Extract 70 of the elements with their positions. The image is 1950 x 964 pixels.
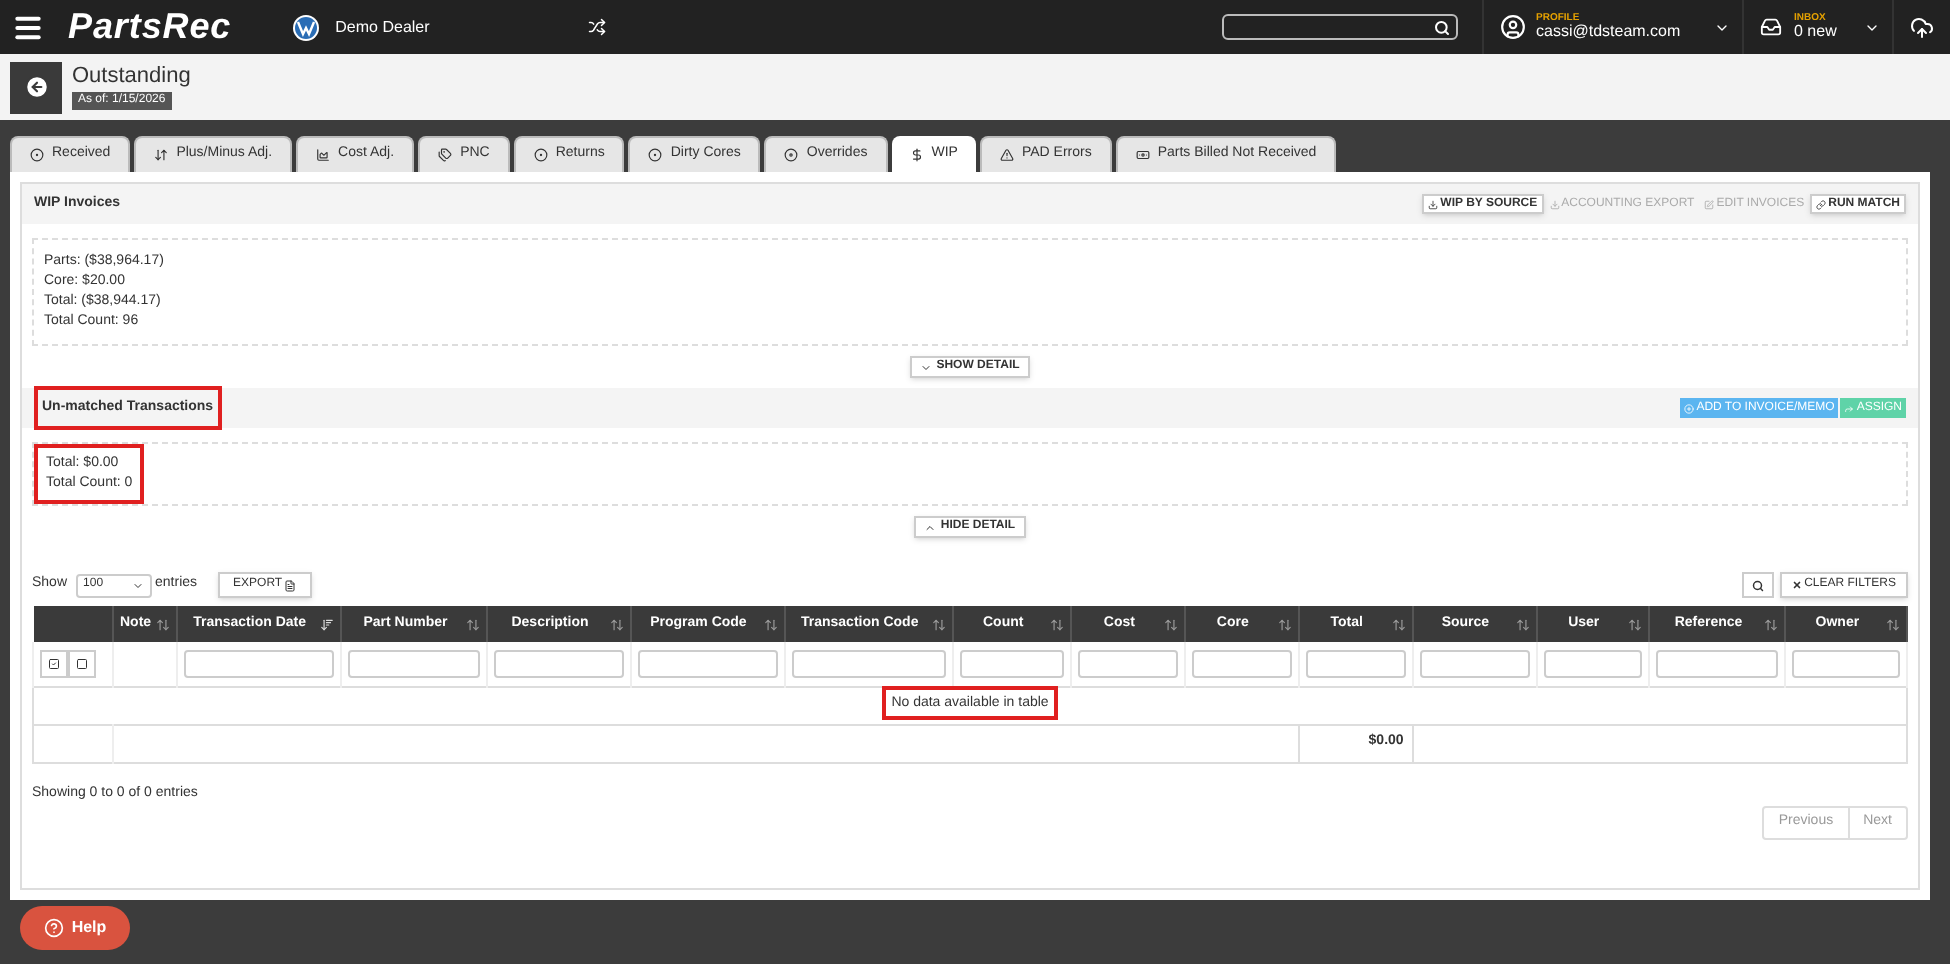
profile-icon [1500,14,1526,40]
logo-icon [291,13,320,41]
dollar-icon [909,147,924,161]
banknote-icon [1135,148,1150,162]
chevron-down-icon [920,361,933,373]
filter-field[interactable] [791,649,946,678]
forward-arrow-icon [1844,403,1855,413]
download-icon [1549,199,1560,209]
profile-email[interactable]: cassi@tdsteam.com [1536,24,1681,40]
plus-circle-icon [1684,403,1695,413]
search-field[interactable] [1222,14,1458,40]
page-title: Outstanding [72,64,191,92]
inbox-icon [1760,16,1782,38]
sort-icon [155,617,170,631]
sort-icon [1628,617,1643,631]
sort-icon [466,617,481,631]
select-all-button[interactable] [40,649,68,678]
filter-field[interactable] [494,649,624,678]
disc-icon [784,148,799,162]
sort-icon [1515,617,1530,631]
filter-field[interactable] [959,649,1065,678]
search-button[interactable] [1742,572,1775,598]
close-icon [1792,580,1803,590]
filter-field[interactable] [1543,649,1643,678]
help-button[interactable]: Help [20,906,130,950]
sort-icon [763,617,778,631]
filter-field[interactable] [1191,649,1292,678]
help-icon [43,918,64,938]
checked-box-icon [48,657,60,670]
filter-field[interactable] [348,649,481,678]
chevron-down-icon [131,579,144,591]
dot-circle-icon [30,148,44,162]
filter-field[interactable] [1419,649,1530,678]
sort-icon [1163,617,1178,631]
sort-ascending-icon [320,617,335,631]
chart-icon [316,148,331,162]
sort-icon [1050,617,1065,631]
filter-field[interactable] [637,649,778,678]
filter-field[interactable] [1305,649,1406,678]
search-icon [1752,579,1765,591]
filter-field[interactable] [1792,649,1900,678]
empty-box-icon [76,657,88,670]
filter-field[interactable] [1656,649,1779,678]
sort-icon [609,617,624,631]
deselect-all-button[interactable] [68,649,96,678]
document-icon [284,579,297,591]
brand-logo: PartsRec [68,4,232,50]
dot-circle-icon [648,148,663,162]
sort-icon [154,148,169,162]
download-icon [1428,199,1439,209]
dot-circle-icon [533,148,548,162]
search-icon [1434,19,1450,35]
sort-icon [1391,617,1406,631]
filter-field[interactable] [183,649,335,678]
link-icon [1816,199,1827,209]
edit-icon [1704,199,1715,209]
back-button[interactable] [10,61,62,113]
sort-icon [931,617,946,631]
filter-field[interactable] [1078,649,1178,678]
tags-icon [438,148,453,162]
chevron-up-icon [924,521,937,533]
dealer-name: Demo Dealer [335,15,430,39]
sort-icon [1886,617,1900,631]
sort-icon [1764,617,1779,631]
inbox-count[interactable]: 0 new [1794,24,1837,40]
sort-icon [1277,617,1292,631]
warning-icon [999,148,1014,162]
shuffle-icon[interactable] [587,18,606,36]
menu-icon[interactable] [12,11,44,43]
upload-icon[interactable] [1910,15,1934,39]
